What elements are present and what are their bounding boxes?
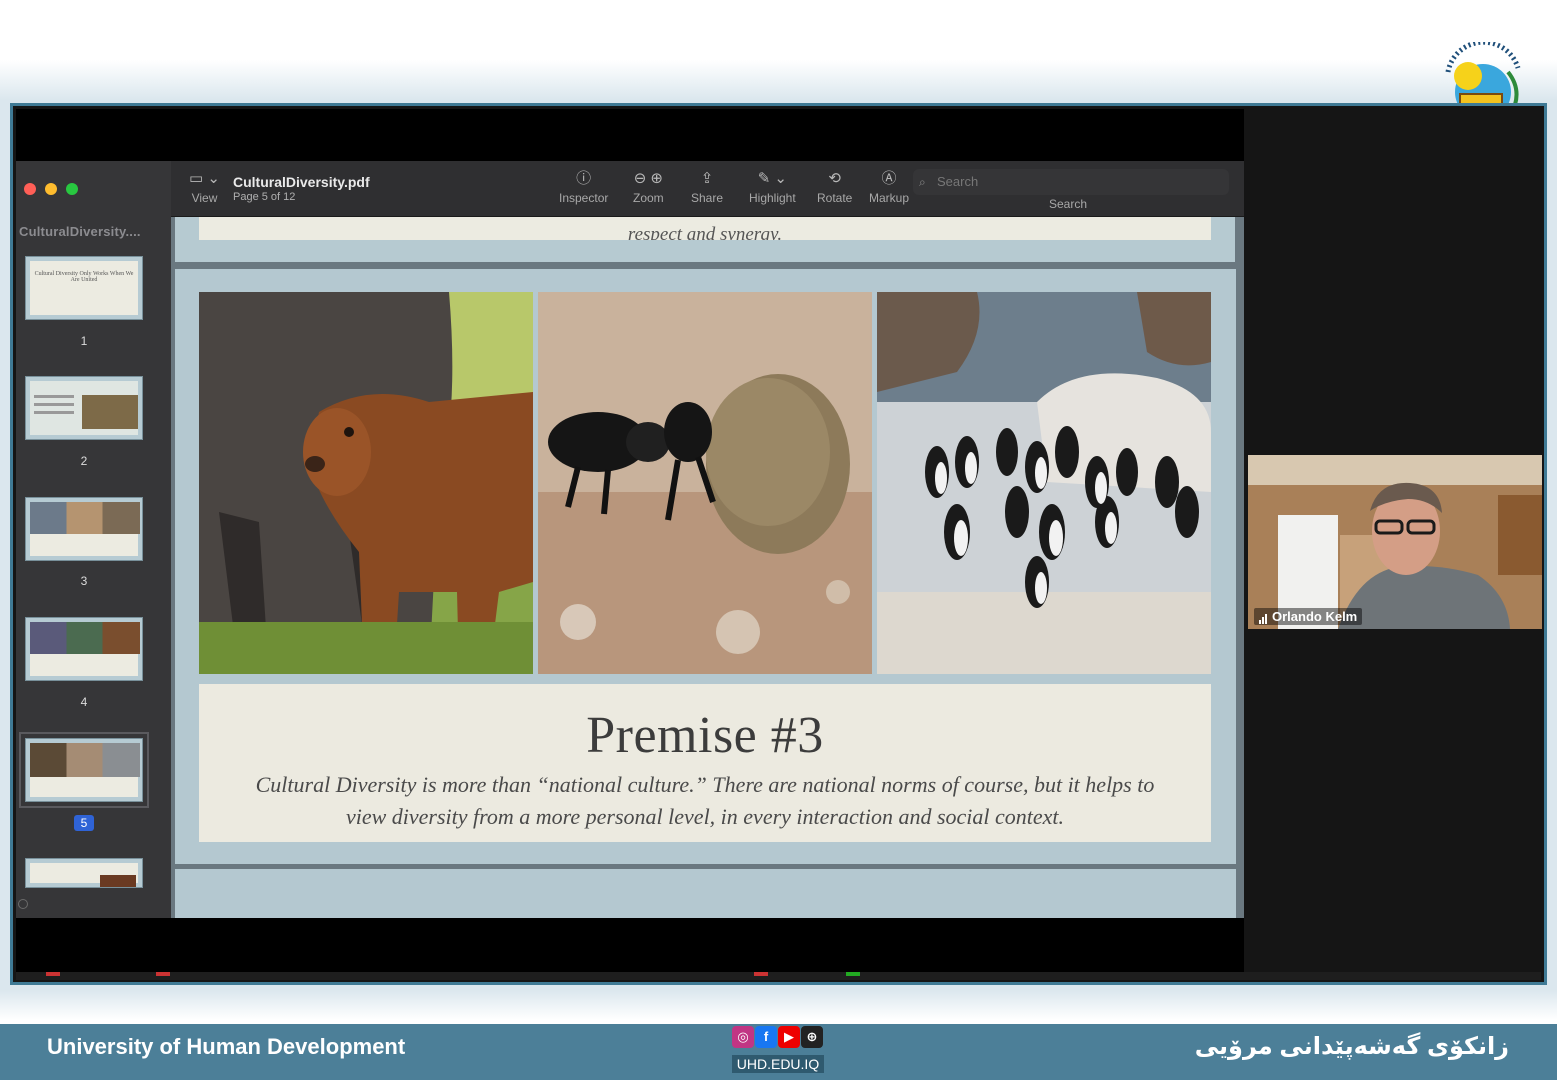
web-globe-icon[interactable]: ⊕ (801, 1026, 823, 1048)
rotate-icon: ⟲ (828, 170, 841, 187)
university-name-kurdish: زانكۆی گەشەپێدانی مرۆیی (1194, 1033, 1509, 1060)
thumbnail-number: 1 (80, 334, 88, 348)
close-window-button[interactable] (24, 183, 36, 195)
facebook-icon[interactable]: f (755, 1026, 777, 1048)
zoom-window-button[interactable] (66, 183, 78, 195)
info-icon: ⓘ (576, 170, 592, 187)
sidebar-options-icon[interactable] (18, 899, 28, 909)
highlight-button[interactable]: ✎ ⌄ Highlight (749, 167, 796, 205)
thumbnail-number: 2 (80, 454, 88, 468)
calf-photo (199, 292, 533, 674)
document-view[interactable]: respect and synergy. Premise #3 Cultural… (171, 217, 1244, 918)
next-slide (175, 869, 1236, 918)
sidebar-title: CulturalDiversity.... (19, 224, 141, 239)
thumbnail-page-3[interactable] (25, 497, 143, 561)
slide-title: Premise #3 (586, 707, 824, 764)
preview-toolbar: ▭ ⌄ View CulturalDiversity.pdf Page 5 of… (171, 161, 1244, 217)
slide-body-text: Cultural Diversity is more than “nationa… (255, 772, 1155, 829)
zoom-controls-edge (16, 972, 1541, 980)
search-icon: ⌕ (919, 175, 926, 189)
rotate-button[interactable]: ⟲ Rotate (817, 167, 852, 205)
markup-button[interactable]: Ⓐ Markup (869, 167, 909, 205)
thumbnail-sidebar: CulturalDiversity.... Cultural Diversity… (16, 161, 171, 918)
thumbnail-number: 3 (80, 574, 88, 588)
website-url[interactable]: UHD.EDU.IQ (732, 1055, 824, 1073)
dung-beetle-photo (538, 292, 872, 674)
zoom-button[interactable]: ⊖ ⊕ Zoom (633, 167, 664, 205)
search-label: Search (1049, 197, 1088, 211)
instagram-icon[interactable]: ◎ (732, 1026, 754, 1048)
participant-video-tile[interactable]: Orlando Kelm (1248, 455, 1542, 629)
thumbnail-page-6[interactable] (25, 858, 143, 888)
previous-slide: respect and synergy. (175, 217, 1235, 262)
footer-banner: University of Human Development ◎ f ▶ ⊕ … (0, 1024, 1557, 1080)
letterbox-bottom (16, 918, 1244, 974)
thumbnail-page-1[interactable]: Cultural Diversity Only Works When We Ar… (25, 256, 143, 320)
university-name-english: University of Human Development (47, 1034, 406, 1059)
share-icon: ⇪ (700, 170, 714, 187)
youtube-icon[interactable]: ▶ (778, 1026, 800, 1048)
page-indicator: Page 5 of 12 (233, 191, 296, 203)
penguin-colony-photo (877, 292, 1211, 674)
minimize-window-button[interactable] (45, 183, 57, 195)
thumbnail-page-5[interactable] (19, 732, 149, 808)
share-button[interactable]: ⇪ Share (691, 167, 723, 205)
document-title: CulturalDiversity.pdf (233, 174, 370, 190)
inspector-button[interactable]: ⓘ Inspector (559, 167, 608, 205)
letterbox-top (16, 109, 1244, 161)
screen-share-frame: CulturalDiversity.... Cultural Diversity… (10, 103, 1547, 985)
signal-strength-icon (1259, 609, 1268, 624)
view-menu-button[interactable]: ▭ ⌄ View (189, 167, 220, 205)
thumbnail-number: 4 (80, 695, 88, 709)
sidebar-toggle-icon: ▭ ⌄ (189, 170, 220, 187)
pdf-preview-window: CulturalDiversity.... Cultural Diversity… (16, 161, 1244, 918)
highlighter-icon: ✎ ⌄ (757, 170, 787, 187)
current-slide: Premise #3 Cultural Diversity is more th… (175, 269, 1236, 864)
participant-name-label: Orlando Kelm (1254, 608, 1363, 625)
search-input[interactable]: ⌕ Search (913, 169, 1229, 195)
thumbnail-number-selected: 5 (74, 815, 94, 831)
thumbnail-title: Cultural Diversity Only Works When We Ar… (30, 261, 138, 315)
thumbnail-page-2[interactable] (25, 376, 143, 440)
previous-slide-text: respect and synergy. (199, 217, 1211, 240)
thumbnail-page-4[interactable] (25, 617, 143, 681)
slide-caption: Premise #3 Cultural Diversity is more th… (199, 684, 1211, 842)
markup-icon: Ⓐ (881, 170, 897, 187)
zoom-out-zoom-in-icon: ⊖ ⊕ (633, 170, 663, 187)
